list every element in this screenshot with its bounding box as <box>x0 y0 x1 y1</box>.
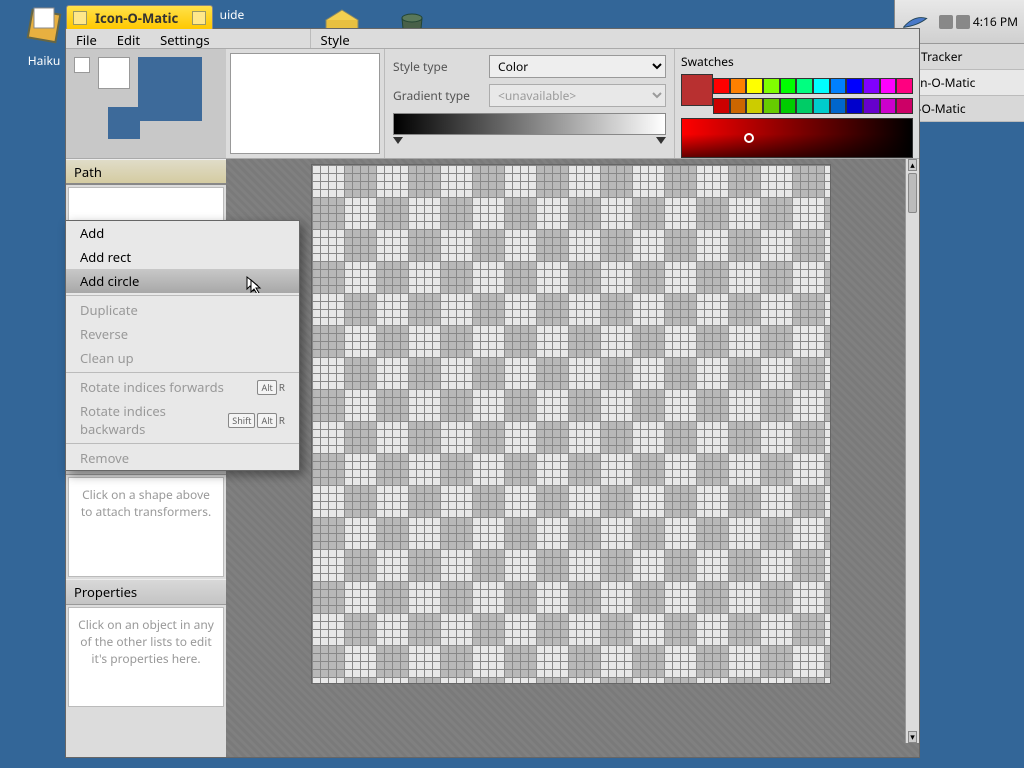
swatch[interactable] <box>780 98 797 114</box>
close-button[interactable] <box>73 11 87 25</box>
swatch[interactable] <box>846 98 863 114</box>
ctx-add-rect[interactable]: Add rect <box>66 245 299 269</box>
tray-icon[interactable] <box>956 15 970 29</box>
swatch[interactable] <box>763 98 780 114</box>
menu-edit[interactable]: Edit <box>107 29 150 48</box>
swatch[interactable] <box>813 98 830 114</box>
swatches-panel: Swatches <box>674 49 919 158</box>
color-picker-ring[interactable] <box>744 133 754 143</box>
icon-preview-large <box>230 53 380 154</box>
menubar: File Edit Settings Style <box>66 29 919 49</box>
menu-settings[interactable]: Settings <box>150 29 219 48</box>
swatch[interactable] <box>796 98 813 114</box>
swatch[interactable] <box>846 78 863 94</box>
swatch[interactable] <box>896 78 913 94</box>
swatch[interactable] <box>880 98 897 114</box>
scroll-up-arrow[interactable]: ▴ <box>908 159 917 171</box>
color-field[interactable] <box>681 118 913 158</box>
canvas-area: ▴ ▾ <box>226 159 919 757</box>
preview-64-style <box>138 57 202 121</box>
gradient-type-select: <unavailable> <box>489 84 666 107</box>
style-panel: Style type Color Gradient type <unavaila… <box>384 49 674 158</box>
scroll-down-arrow[interactable]: ▾ <box>908 731 917 743</box>
canvas[interactable] <box>311 164 831 684</box>
swatch[interactable] <box>713 98 730 114</box>
path-panel-header[interactable]: Path <box>66 159 226 185</box>
gradient-stop-right[interactable] <box>656 137 666 144</box>
vertical-scrollbar[interactable]: ▴ ▾ <box>905 159 919 743</box>
swatches-title: Swatches <box>681 53 913 70</box>
swatch[interactable] <box>813 78 830 94</box>
window-title: Icon-O-Matic <box>95 9 178 27</box>
titlebar[interactable]: Icon-O-Matic <box>66 5 213 29</box>
path-context-menu: Add Add rect Add circle Duplicate Revers… <box>65 220 300 471</box>
preview-16 <box>74 57 90 73</box>
swatch[interactable] <box>713 78 730 94</box>
swatch[interactable] <box>896 98 913 114</box>
ctx-rotate-bwd: Rotate indices backwardsShiftAltR <box>66 399 299 441</box>
preview-32-style <box>108 107 140 139</box>
gradient-type-label: Gradient type <box>393 87 483 104</box>
swatch[interactable] <box>880 78 897 94</box>
swatch[interactable] <box>730 98 747 114</box>
ctx-add[interactable]: Add <box>66 221 299 245</box>
preview-row: Style type Color Gradient type <unavaila… <box>66 49 919 159</box>
properties-body: Click on an object in any of the other l… <box>68 607 224 707</box>
swatch[interactable] <box>830 98 847 114</box>
swatch[interactable] <box>763 78 780 94</box>
style-section-label: Style <box>310 29 360 48</box>
preview-32 <box>98 57 130 89</box>
swatch[interactable] <box>746 98 763 114</box>
gradient-preview[interactable] <box>393 113 666 135</box>
swatch[interactable] <box>780 78 797 94</box>
current-color-swatch[interactable] <box>681 74 713 106</box>
gradient-stop-left[interactable] <box>393 137 403 144</box>
transformer-list[interactable]: Click on a shape above to attach transfo… <box>68 477 224 577</box>
ctx-clean-up: Clean up <box>66 346 299 370</box>
swatch[interactable] <box>796 78 813 94</box>
cursor-icon <box>245 275 263 293</box>
icon-preview-small <box>66 49 226 158</box>
swatch[interactable] <box>830 78 847 94</box>
swatch[interactable] <box>730 78 747 94</box>
ctx-reverse: Reverse <box>66 322 299 346</box>
ctx-add-circle[interactable]: Add circle <box>66 269 299 293</box>
style-type-select[interactable]: Color <box>489 55 666 78</box>
properties-panel-header[interactable]: Properties <box>66 579 226 605</box>
ctx-rotate-fwd: Rotate indices forwardsAltR <box>66 375 299 399</box>
style-type-label: Style type <box>393 58 483 75</box>
scroll-thumb[interactable] <box>908 173 917 213</box>
tray: 4:16 PM <box>939 13 1018 30</box>
swatch[interactable] <box>746 78 763 94</box>
zoom-button[interactable] <box>192 11 206 25</box>
swatch[interactable] <box>863 78 880 94</box>
ctx-remove: Remove <box>66 446 299 470</box>
menu-file[interactable]: File <box>66 29 107 48</box>
swatch[interactable] <box>863 98 880 114</box>
tray-icon[interactable] <box>939 15 953 29</box>
ctx-duplicate: Duplicate <box>66 298 299 322</box>
clock: 4:16 PM <box>973 13 1018 30</box>
